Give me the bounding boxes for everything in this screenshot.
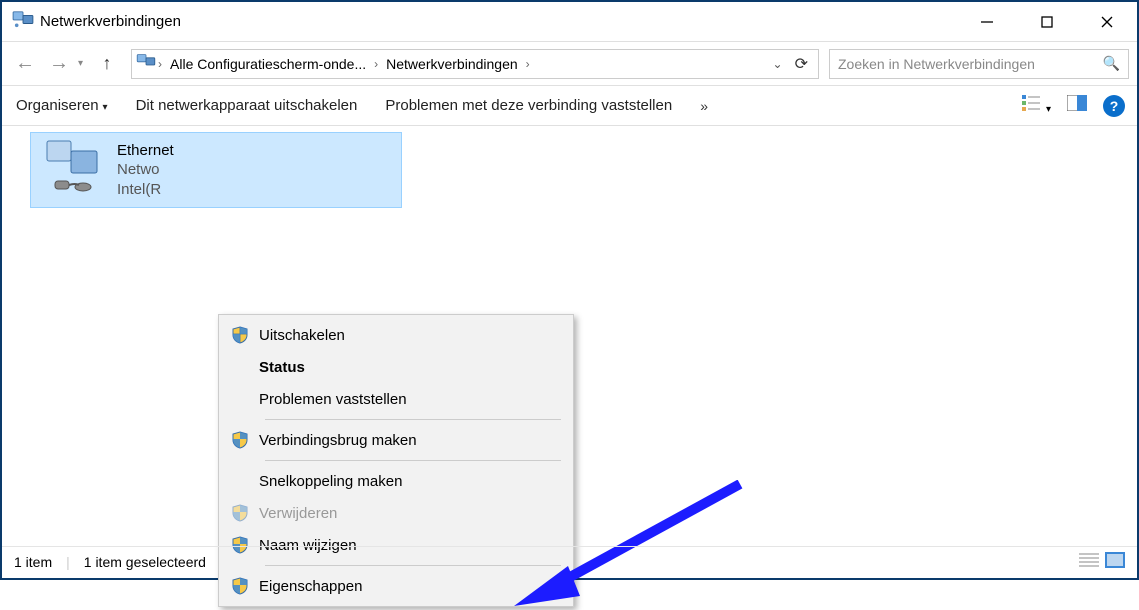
shield-icon: [231, 504, 249, 522]
up-button[interactable]: ↑: [93, 50, 121, 78]
window-title: Netwerkverbindingen: [40, 13, 181, 30]
menu-item-disable[interactable]: Uitschakelen: [221, 319, 571, 351]
menu-item-status[interactable]: Status: [221, 351, 571, 383]
details-view-icon[interactable]: [1079, 552, 1099, 571]
connection-status: Netwo: [117, 160, 174, 180]
status-divider: |: [66, 554, 70, 570]
menu-separator: [265, 419, 561, 420]
address-dropdown[interactable]: ⌄: [773, 57, 783, 71]
close-button[interactable]: [1077, 3, 1137, 41]
address-icon: [136, 53, 156, 74]
organize-button[interactable]: Organiseren▾: [14, 93, 110, 118]
connection-device: Intel(R: [117, 180, 174, 200]
view-options-button[interactable]: ▾: [1022, 94, 1051, 117]
status-bar: 1 item | 1 item geselecteerd: [2, 546, 1137, 576]
disable-device-button[interactable]: Dit netwerkapparaat uitschakelen: [134, 93, 360, 118]
menu-item-diagnose[interactable]: Problemen vaststellen: [221, 383, 571, 415]
breadcrumb-sep[interactable]: ›: [524, 57, 532, 71]
status-item-count: 1 item: [14, 554, 52, 570]
large-icons-view-icon[interactable]: [1105, 552, 1125, 571]
nav-bar: ← → ▾ ↑ › Alle Configuratiescherm-onde..…: [2, 42, 1137, 86]
search-box[interactable]: Zoeken in Netwerkverbindingen 🔍: [829, 49, 1129, 79]
breadcrumb-network-connections[interactable]: Netwerkverbindingen: [380, 56, 524, 72]
menu-item-shortcut[interactable]: Snelkoppeling maken: [221, 465, 571, 497]
network-adapter-icon: [41, 137, 105, 204]
shield-icon: [231, 326, 249, 344]
content-area: Ethernet Netwo Intel(R Uitschakelen Stat…: [2, 126, 1137, 546]
back-button[interactable]: ←: [10, 49, 40, 79]
connection-name: Ethernet: [117, 141, 174, 161]
minimize-button[interactable]: [957, 3, 1017, 41]
breadcrumb-sep[interactable]: ›: [156, 57, 164, 71]
breadcrumb-sep[interactable]: ›: [372, 57, 380, 71]
connection-item-ethernet[interactable]: Ethernet Netwo Intel(R: [30, 132, 402, 208]
diagnose-button[interactable]: Problemen met deze verbinding vaststelle…: [383, 93, 674, 118]
refresh-button[interactable]: ⟳: [789, 54, 814, 74]
toolbar: Organiseren▾ Dit netwerkapparaat uitscha…: [2, 86, 1137, 126]
help-button[interactable]: ?: [1103, 95, 1125, 117]
maximize-button[interactable]: [1017, 3, 1077, 41]
window-icon: [12, 10, 34, 33]
menu-item-delete: Verwijderen: [221, 497, 571, 529]
window-buttons: [957, 3, 1137, 41]
title-bar: Netwerkverbindingen: [2, 2, 1137, 42]
breadcrumb-control-panel[interactable]: Alle Configuratiescherm-onde...: [164, 56, 372, 72]
address-bar[interactable]: › Alle Configuratiescherm-onde... › Netw…: [131, 49, 819, 79]
menu-item-bridge[interactable]: Verbindingsbrug maken: [221, 424, 571, 456]
forward-button[interactable]: →: [44, 49, 74, 79]
preview-pane-button[interactable]: [1067, 95, 1087, 116]
status-selected-count: 1 item geselecteerd: [84, 554, 206, 570]
toolbar-more[interactable]: »: [698, 94, 710, 118]
search-placeholder: Zoeken in Netwerkverbindingen: [838, 56, 1103, 72]
history-dropdown[interactable]: ▾: [78, 58, 83, 69]
search-icon: 🔍: [1103, 55, 1120, 72]
menu-separator: [265, 460, 561, 461]
shield-icon: [231, 431, 249, 449]
